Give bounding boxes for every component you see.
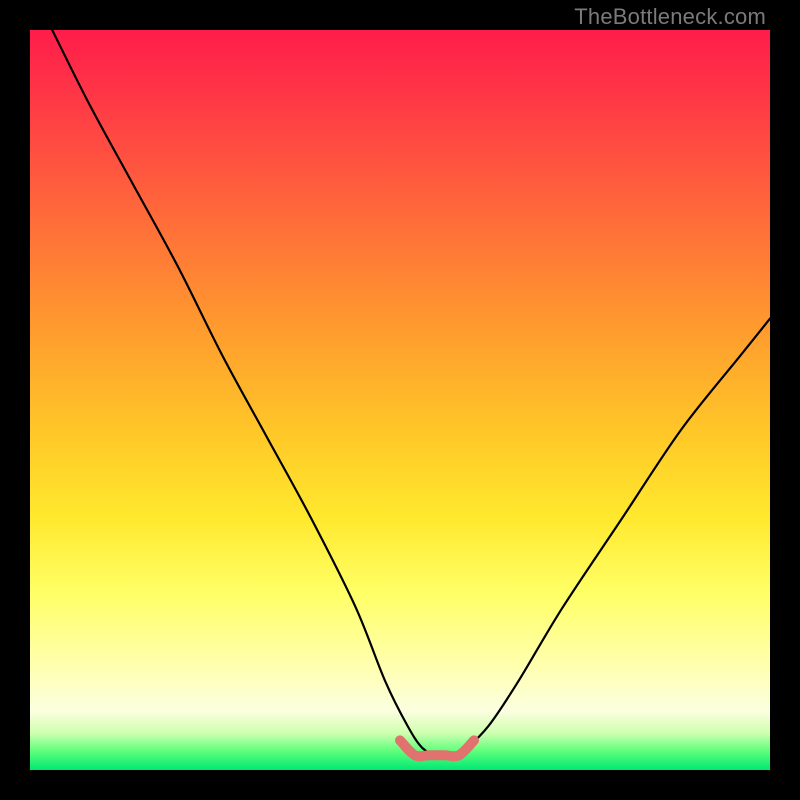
min-highlight (400, 740, 474, 756)
bottleneck-curve (52, 30, 770, 756)
chart-frame: TheBottleneck.com (0, 0, 800, 800)
watermark-label: TheBottleneck.com (574, 4, 766, 30)
plot-area (30, 30, 770, 770)
curve-layer (30, 30, 770, 770)
